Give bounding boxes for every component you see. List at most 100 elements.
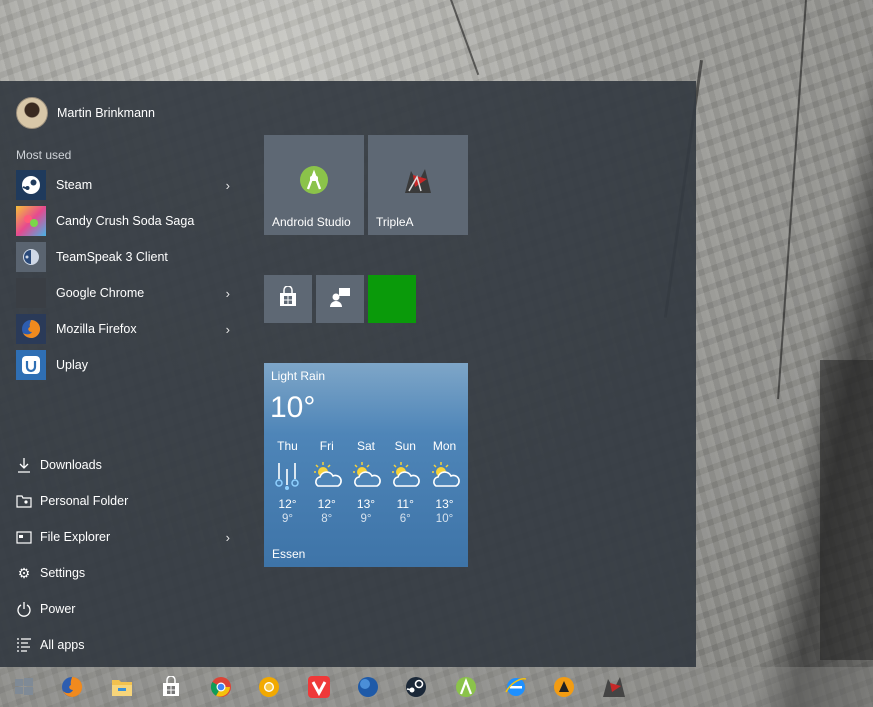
avatar: [16, 97, 48, 129]
store-icon[interactable]: [157, 673, 185, 701]
forecast-high: 12°: [317, 497, 336, 511]
app-item-mozilla-firefox[interactable]: Mozilla Firefox ›: [16, 313, 238, 345]
forecast-day: Sun 11° 6°: [386, 439, 425, 525]
app-item-candy-crush[interactable]: Candy Crush Soda Saga: [16, 205, 238, 237]
candy-crush-icon: [16, 206, 46, 236]
start-menu: Martin Brinkmann Most used Steam › Candy…: [0, 81, 696, 667]
chevron-right-icon[interactable]: ›: [226, 178, 230, 193]
forecast-low: 9°: [282, 513, 293, 525]
all-apps-icon: [16, 637, 32, 653]
forecast-day: Thu 12° 9°: [268, 439, 307, 525]
power-button[interactable]: Power: [16, 597, 238, 621]
android-studio-icon[interactable]: [452, 673, 480, 701]
triplea-icon: [401, 165, 435, 202]
weather-location: Essen: [272, 547, 306, 561]
tile-label: TripleA: [376, 215, 414, 229]
triplea-icon[interactable]: [600, 673, 628, 701]
app-label: Uplay: [56, 358, 88, 372]
forecast-high: 13°: [356, 497, 376, 511]
weather-condition: Light Rain: [271, 369, 326, 383]
sys-label: Downloads: [40, 458, 102, 472]
chrome-icon: [16, 278, 46, 308]
sys-label: All apps: [40, 638, 85, 652]
app-label: Steam: [56, 178, 93, 192]
most-used-label: Most used: [16, 148, 72, 162]
forecast-high: 13°: [435, 497, 454, 511]
download-icon: [16, 457, 32, 473]
tile-android-studio[interactable]: Android Studio: [264, 135, 364, 235]
taskbar: [0, 667, 873, 707]
app-item-teamspeak[interactable]: TeamSpeak 3 Client: [16, 241, 238, 273]
sys-label: File Explorer: [40, 530, 111, 544]
gear-icon: ⚙: [17, 564, 31, 581]
chevron-right-icon[interactable]: ›: [226, 286, 230, 301]
uplay-icon: [16, 350, 46, 380]
downloads-link[interactable]: Downloads: [16, 453, 238, 477]
file-explorer-link[interactable]: File Explorer ›: [16, 525, 238, 549]
forecast-high: 11°: [396, 497, 414, 511]
forecast-low: 6°: [399, 513, 411, 525]
file-explorer-icon[interactable]: [108, 673, 136, 701]
weather-forecast: Thu 12° 9° Fri 12° 8° Sat 13° 9° Sun 11°…: [268, 439, 464, 525]
tile-label: Android Studio: [272, 215, 351, 229]
chrome-icon[interactable]: [207, 673, 235, 701]
forecast-day: Fri 12° 8°: [307, 439, 346, 525]
steam-icon[interactable]: [402, 673, 430, 701]
sys-label: Settings: [40, 566, 86, 580]
personal-folder-link[interactable]: Personal Folder: [16, 489, 238, 513]
tile-weather[interactable]: Light Rain 10° Thu 12° 9° Fri 12° 8° Sat: [264, 363, 468, 567]
app-label: Google Chrome: [56, 286, 145, 300]
power-icon: [16, 601, 32, 617]
forecast-low: 9°: [360, 513, 372, 525]
tile-store[interactable]: [264, 275, 312, 323]
tile-green-app[interactable]: [368, 275, 416, 323]
app-label: Candy Crush Soda Saga: [56, 214, 195, 228]
rock-crack: [777, 0, 807, 400]
ie-icon[interactable]: [502, 673, 530, 701]
tile-feedback[interactable]: [316, 275, 364, 323]
weather-temperature: 10°: [270, 391, 316, 424]
teamspeak-icon: [16, 242, 46, 272]
start-button-icon[interactable]: [10, 673, 38, 701]
sys-label: Power: [40, 602, 76, 616]
personal-folder-icon: [16, 493, 32, 509]
all-apps-link[interactable]: All apps: [16, 633, 238, 657]
forecast-day: Sat 13° 9°: [347, 439, 386, 525]
store-icon: [277, 284, 299, 313]
partly-cloudy-icon: [425, 457, 464, 493]
forecast-day-name: Sat: [356, 439, 375, 453]
tile-triplea[interactable]: TripleA: [368, 135, 468, 235]
forecast-high: 12°: [278, 497, 297, 511]
file-explorer-icon: [16, 529, 32, 545]
firefox-icon[interactable]: [58, 673, 86, 701]
app-item-steam[interactable]: Steam ›: [16, 169, 238, 201]
partly-cloudy-icon: [386, 457, 425, 493]
partly-cloudy-icon: [307, 457, 346, 493]
forecast-day-name: Thu: [277, 439, 298, 453]
chevron-right-icon[interactable]: ›: [226, 322, 230, 337]
aimp-icon[interactable]: [550, 673, 578, 701]
settings-link[interactable]: ⚙ Settings: [16, 561, 238, 585]
forecast-day: Mon 13° 10°: [425, 439, 464, 525]
rain-icon: [268, 457, 307, 493]
app-label: Mozilla Firefox: [56, 322, 137, 336]
app-item-google-chrome[interactable]: Google Chrome ›: [16, 277, 238, 309]
rock-crack: [450, 0, 480, 76]
app-label: TeamSpeak 3 Client: [56, 250, 168, 264]
rock-shadow: [820, 360, 873, 660]
app-item-uplay[interactable]: Uplay: [16, 349, 238, 381]
forecast-low: 8°: [321, 513, 333, 525]
chrome-canary-icon[interactable]: [255, 673, 283, 701]
partly-cloudy-icon: [347, 457, 386, 493]
user-name: Martin Brinkmann: [57, 106, 155, 120]
feedback-icon: [328, 286, 352, 313]
chevron-right-icon[interactable]: ›: [226, 530, 230, 545]
forecast-low: 10°: [435, 513, 454, 525]
globe-icon[interactable]: [354, 673, 382, 701]
start-left-column: Martin Brinkmann Most used Steam › Candy…: [0, 81, 248, 667]
user-account[interactable]: Martin Brinkmann: [16, 97, 155, 129]
android-studio-icon: [299, 165, 329, 200]
vivaldi-icon[interactable]: [305, 673, 333, 701]
sys-label: Personal Folder: [40, 494, 129, 508]
firefox-icon: [16, 314, 46, 344]
